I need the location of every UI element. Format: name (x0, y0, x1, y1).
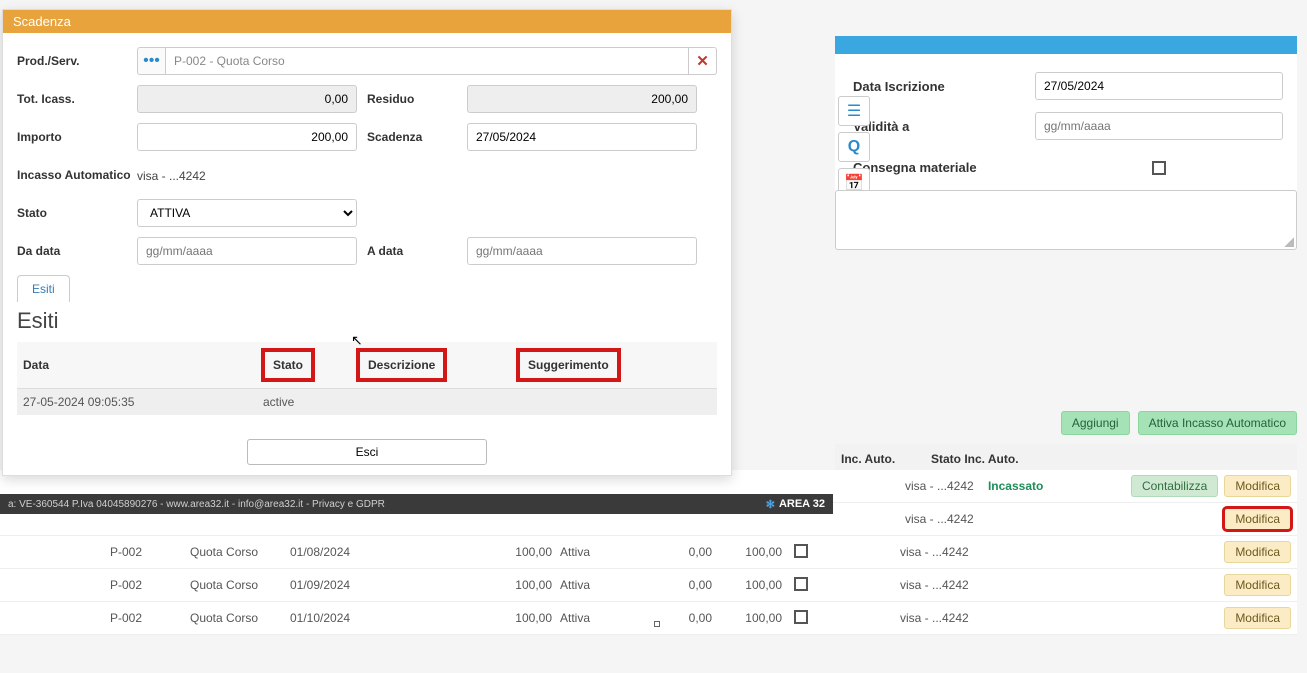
modifica-button[interactable]: Modifica (1224, 607, 1291, 629)
importo-input[interactable] (137, 123, 357, 151)
col-stato: Stato (257, 342, 352, 389)
list-icon[interactable]: ☰ (838, 96, 870, 126)
da-data-input[interactable] (137, 237, 357, 265)
esiti-table: Data Stato Descrizione Suggerimento 27-0… (17, 342, 717, 415)
col-descrizione: Descrizione (352, 342, 512, 389)
cell-pname: Quota Corso (186, 545, 286, 559)
label-residuo: Residuo (357, 92, 467, 106)
label-prod: Prod./Serv. (17, 54, 137, 68)
row-checkbox[interactable] (794, 577, 808, 591)
label-importo: Importo (17, 130, 137, 144)
modifica-button[interactable]: Modifica (1224, 574, 1291, 596)
side-icon-column: ☰ Q 📅 (838, 96, 870, 198)
cell-date: 01/10/2024 (286, 611, 426, 625)
input-validita[interactable] (1035, 112, 1283, 140)
resize-handle-icon[interactable] (1284, 237, 1294, 247)
cell-suggerimento (512, 389, 717, 416)
label-incasso-auto: Incasso Automatico (17, 168, 137, 182)
grid-row[interactable]: P-002 Quota Corso 01/10/2024 100,00 Atti… (0, 602, 1297, 635)
cell-data: 27-05-2024 09:05:35 (17, 389, 257, 416)
grid-row[interactable]: P-002 Quota Corso 01/09/2024 100,00 Atti… (0, 569, 1297, 602)
cell-date: 01/08/2024 (286, 545, 426, 559)
prod-lookup-button[interactable]: ••• (137, 47, 165, 75)
background-header-strip (835, 36, 1297, 54)
prod-input[interactable] (165, 47, 689, 75)
attiva-incasso-button[interactable]: Attiva Incasso Automatico (1138, 411, 1297, 435)
cell-pcode: P-002 (106, 578, 186, 592)
incasso-auto-value: visa - ...4242 (137, 169, 206, 183)
cell-val2: 100,00 (716, 578, 786, 592)
cell-val1: 0,00 (616, 611, 716, 625)
label-data-iscrizione: Data Iscrizione (853, 79, 1023, 94)
label-a-data: A data (357, 244, 467, 258)
cell-card: visa - ...4242 (896, 611, 986, 625)
search-icon[interactable]: Q (838, 132, 870, 162)
cell-card: visa - ...4242 (896, 545, 986, 559)
section-title-esiti: Esiti (17, 308, 717, 334)
modal-title: Scadenza (3, 10, 731, 33)
brand-logo: AREA 32 (766, 498, 825, 511)
scadenza-date-input[interactable] (467, 123, 697, 151)
tab-esiti[interactable]: Esiti (17, 275, 70, 302)
residuo-input (467, 85, 697, 113)
resize-anchor-icon (654, 621, 660, 627)
background-panel: Data Iscrizione Validità a Consegna mate… (835, 54, 1297, 197)
cell-card: visa - ...4242 (901, 512, 991, 526)
cell-stato: Attiva (556, 578, 616, 592)
cell-pname: Quota Corso (186, 578, 286, 592)
cell-importo: 100,00 (426, 545, 556, 559)
modifica-button[interactable]: Modifica (1224, 541, 1291, 563)
modifica-button[interactable]: Modifica (1224, 508, 1291, 530)
cell-val1: 0,00 (616, 545, 716, 559)
cell-pname: Quota Corso (186, 611, 286, 625)
cell-val2: 100,00 (716, 611, 786, 625)
cell-descrizione (352, 389, 512, 416)
row-checkbox[interactable] (794, 610, 808, 624)
label-da-data: Da data (17, 244, 137, 258)
action-bar: Aggiungi Attiva Incasso Automatico (835, 411, 1297, 435)
col-data: Data (17, 342, 257, 389)
cell-val1: 0,00 (616, 578, 716, 592)
esci-button[interactable]: Esci (247, 439, 487, 465)
col-suggerimento: Suggerimento (512, 342, 717, 389)
cell-stato: active (257, 389, 352, 416)
cell-importo: 100,00 (426, 611, 556, 625)
cell-card: visa - ...4242 (896, 578, 986, 592)
contabilizza-button[interactable]: Contabilizza (1131, 475, 1218, 497)
cell-stato: Attiva (556, 545, 616, 559)
col-inc-auto: Inc. Auto. (841, 452, 931, 466)
notes-area[interactable] (835, 190, 1297, 250)
input-data-iscrizione[interactable] (1035, 72, 1283, 100)
col-stato-inc: Stato Inc. Auto. (931, 452, 1291, 466)
cell-stato: Attiva (556, 611, 616, 625)
grid-row[interactable]: P-002 Quota Corso 01/08/2024 100,00 Atti… (0, 536, 1297, 569)
cell-card: visa - ...4242 (901, 479, 984, 493)
label-consegna: Consegna materiale (853, 160, 1023, 175)
checkbox-consegna[interactable] (1152, 161, 1166, 175)
prod-clear-button[interactable]: ✕ (689, 47, 717, 75)
cell-pcode: P-002 (106, 545, 186, 559)
cell-date: 01/09/2024 (286, 578, 426, 592)
modifica-button[interactable]: Modifica (1224, 475, 1291, 497)
row-checkbox[interactable] (794, 544, 808, 558)
status-bar: a: VE-360544 P.Iva 04045890276 - www.are… (0, 494, 833, 514)
tot-icass-input (137, 85, 357, 113)
cell-importo: 100,00 (426, 578, 556, 592)
cell-val2: 100,00 (716, 545, 786, 559)
status-text: a: VE-360544 P.Iva 04045890276 - www.are… (8, 499, 385, 510)
aggiungi-button[interactable]: Aggiungi (1061, 411, 1130, 435)
esiti-row[interactable]: 27-05-2024 09:05:35 active (17, 389, 717, 416)
scadenza-modal: Scadenza Prod./Serv. ••• ✕ Tot. Icass. R… (2, 9, 732, 476)
stato-select[interactable]: ATTIVA (137, 199, 357, 227)
cell-stato-inc: Incassato (984, 479, 1131, 493)
cell-pcode: P-002 (106, 611, 186, 625)
label-stato: Stato (17, 206, 137, 220)
label-scadenza: Scadenza (357, 130, 467, 144)
label-tot-icass: Tot. Icass. (17, 92, 137, 106)
label-validita: Validità a (853, 119, 1023, 134)
a-data-input[interactable] (467, 237, 697, 265)
